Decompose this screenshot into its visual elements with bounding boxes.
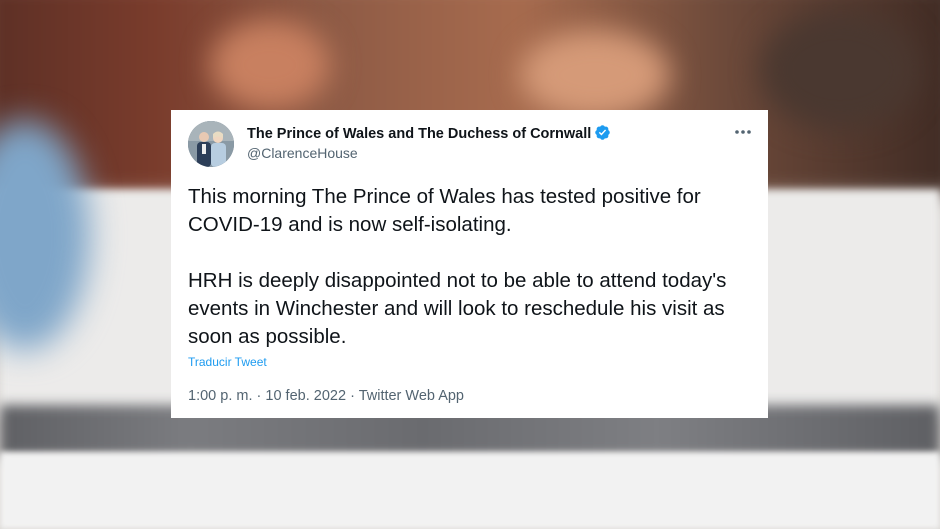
verified-badge-icon bbox=[595, 125, 611, 140]
video-frame: The Prince of Wales and The Duchess of C… bbox=[0, 0, 940, 529]
background-blob bbox=[210, 20, 330, 110]
more-horizontal-icon[interactable] bbox=[732, 122, 754, 142]
tweet-card: The Prince of Wales and The Duchess of C… bbox=[171, 110, 768, 418]
translate-tweet-link[interactable]: Traducir Tweet bbox=[188, 355, 267, 369]
background-bottom bbox=[0, 452, 940, 529]
author-name[interactable]: The Prince of Wales and The Duchess of C… bbox=[247, 124, 611, 142]
author-handle[interactable]: @ClarenceHouse bbox=[247, 145, 358, 161]
more-dots-graphic bbox=[735, 130, 751, 134]
tweet-paragraph: This morning The Prince of Wales has tes… bbox=[188, 185, 701, 236]
meta-separator: · bbox=[256, 388, 262, 404]
tweet-date[interactable]: 10 feb. 2022 bbox=[265, 388, 346, 404]
author-name-label: The Prince of Wales and The Duchess of C… bbox=[247, 126, 592, 142]
tweet-text: This morning The Prince of Wales has tes… bbox=[188, 183, 753, 351]
tweet-time[interactable]: 1:00 p. m. bbox=[188, 388, 252, 404]
meta-separator: · bbox=[350, 388, 355, 404]
background-blob bbox=[520, 30, 670, 120]
tweet-metadata: 1:00 p. m. · 10 feb. 2022 · Twitter Web … bbox=[188, 388, 464, 404]
tweet-source: Twitter Web App bbox=[358, 388, 464, 404]
avatar[interactable] bbox=[188, 121, 234, 167]
avatar-image bbox=[188, 121, 234, 167]
tweet-paragraph: HRH is deeply disappointed not to be abl… bbox=[188, 269, 727, 348]
background-blob bbox=[760, 10, 920, 130]
